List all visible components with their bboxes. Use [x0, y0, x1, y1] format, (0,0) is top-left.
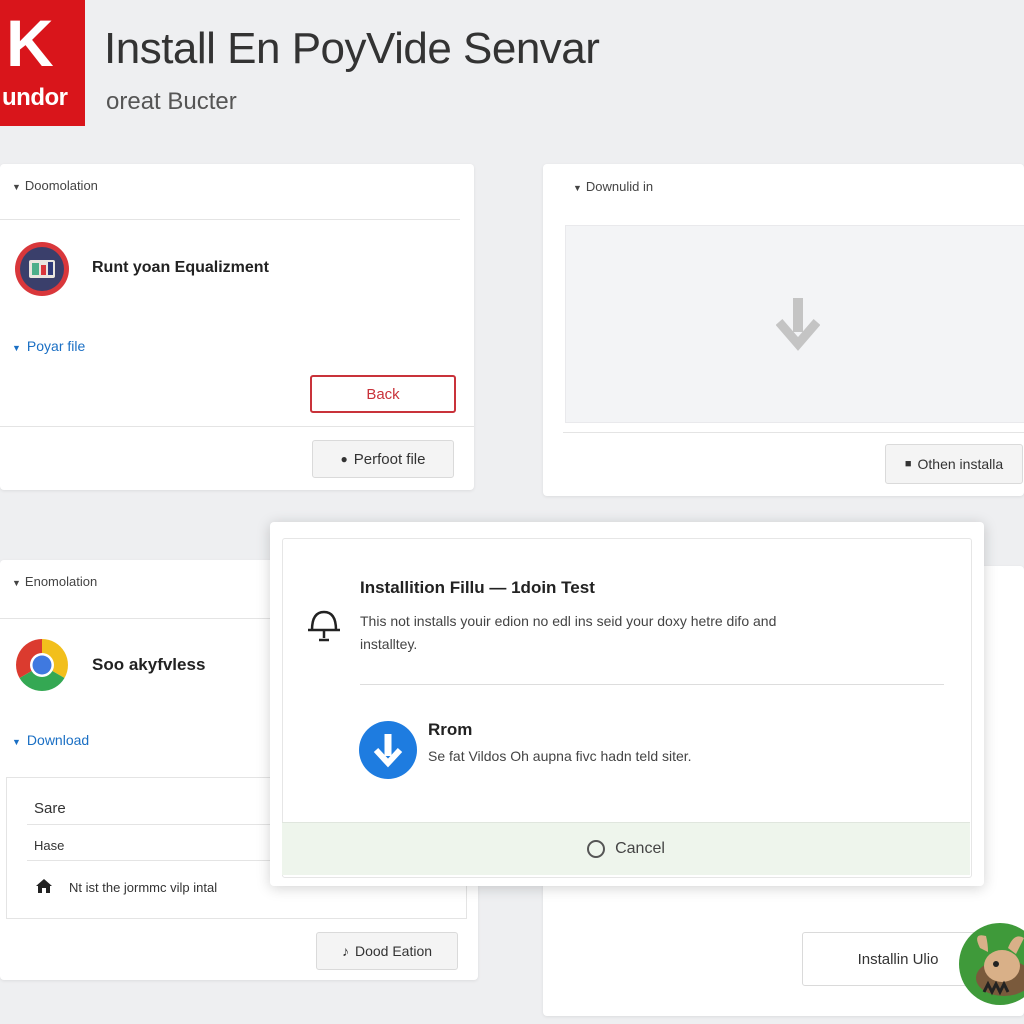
- apple-icon: ●: [340, 452, 348, 466]
- perfoot-file-button[interactable]: ● Perfoot file: [312, 440, 454, 478]
- chevron-down-icon: ▼: [12, 343, 21, 353]
- item-label: Runt yoan Equalizment: [92, 259, 269, 276]
- button-label: Dood Eation: [354, 943, 433, 959]
- link-label: Download: [26, 732, 90, 748]
- divider: [27, 824, 287, 825]
- page-subtitle: oreat Bucter: [106, 88, 237, 115]
- card-top-left: ▼ Doomolation Runt yoan Equalizment ▼ Poya…: [0, 164, 474, 490]
- section-header-label: Doomolation: [24, 178, 98, 193]
- avatar[interactable]: [958, 922, 1024, 1006]
- download-drop-area[interactable]: [565, 225, 1024, 423]
- logo-letter: K: [6, 6, 54, 80]
- list-item[interactable]: Hase: [34, 838, 64, 853]
- button-label: Othen installa: [917, 456, 1004, 472]
- dialog-description: This not installs youir edion no edl ins…: [360, 613, 777, 652]
- home-icon: [35, 878, 53, 899]
- poyar-file-link[interactable]: ▼ Poyar file: [12, 338, 85, 354]
- dialog-subtitle: Rrom: [428, 720, 473, 739]
- music-note-icon: ♪: [341, 943, 349, 959]
- link-label: Poyar file: [26, 338, 86, 354]
- divider: [563, 432, 1024, 433]
- equalizer-app-icon: [14, 241, 70, 297]
- list-item[interactable]: Nt ist the jormmc vilp intal: [69, 880, 217, 895]
- button-label: Installin Ulio: [857, 950, 939, 968]
- section-header-label: Downulid in: [585, 179, 654, 194]
- chevron-down-icon: ▼: [573, 183, 582, 193]
- download-circle-icon[interactable]: [358, 720, 418, 785]
- section-header[interactable]: ▼ Enomolation: [12, 574, 97, 589]
- section-header[interactable]: ▼ Doomolation: [12, 178, 98, 193]
- dialog-title: Installition Fillu — 1doin Test: [360, 578, 595, 597]
- download-arrow-icon: [775, 296, 821, 357]
- divider: [0, 219, 460, 220]
- page-title: Install En PoyVide Senvar: [104, 24, 600, 73]
- installation-dialog: Installition Fillu — 1doin Test This not…: [270, 522, 984, 886]
- chevron-down-icon: ▼: [12, 578, 21, 588]
- item-label: Soo akyfvless: [92, 655, 206, 674]
- button-label: Perfoot file: [353, 450, 426, 468]
- cancel-radio-icon[interactable]: [587, 840, 606, 858]
- divider: [0, 618, 270, 619]
- bell-icon: [306, 606, 342, 651]
- dialog-footer: Cancel: [282, 822, 970, 875]
- dood-eation-button[interactable]: ♪ Dood Eation: [316, 932, 458, 970]
- logo-text: undor: [2, 84, 68, 111]
- list-item[interactable]: Sare: [34, 800, 66, 817]
- divider: [360, 684, 944, 685]
- back-button-label: Back: [366, 385, 400, 403]
- cancel-button[interactable]: Cancel: [615, 840, 665, 858]
- section-header[interactable]: ▼ Downulid in: [573, 179, 653, 194]
- divider: [0, 426, 474, 427]
- brand-logo: K undor: [0, 0, 85, 126]
- section-header-label: Enomolation: [24, 574, 98, 589]
- other-install-button[interactable]: ■ Othen installa: [885, 444, 1023, 484]
- chevron-down-icon: ▼: [12, 182, 21, 192]
- divider: [27, 860, 287, 861]
- card-top-right: ▼ Downulid in ■ Othen installa: [543, 164, 1024, 496]
- box-icon: ■: [904, 458, 912, 470]
- chrome-icon: [14, 637, 70, 693]
- chevron-down-icon: ▼: [12, 737, 21, 747]
- back-button[interactable]: Back: [310, 375, 456, 413]
- download-link[interactable]: ▼ Download: [12, 732, 89, 748]
- dialog-subdescription: Se fat Vildos Oh aupna fivc hadn teld si…: [428, 748, 692, 764]
